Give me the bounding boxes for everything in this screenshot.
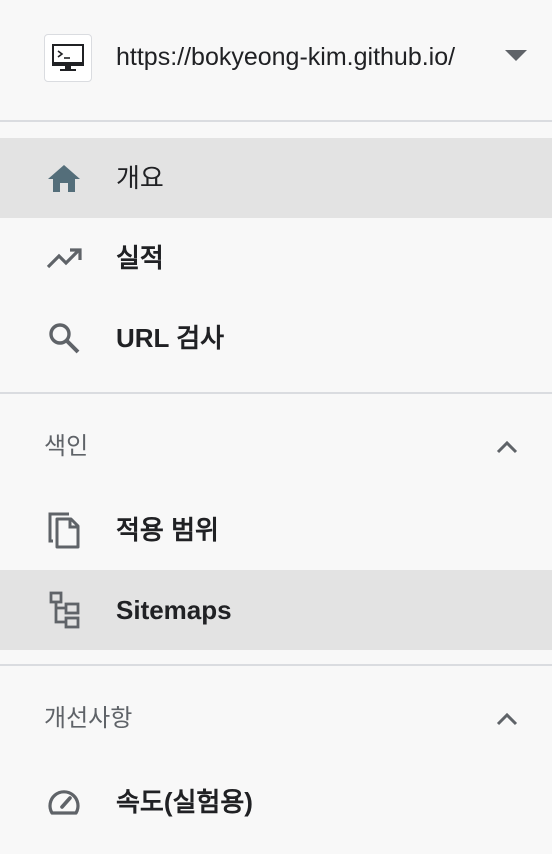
search-icon: [44, 318, 84, 358]
nav-item-overview[interactable]: 개요: [0, 138, 552, 218]
nav-item-label: Sitemaps: [116, 595, 232, 625]
nav-item-performance[interactable]: 실적: [0, 218, 552, 298]
copy-pages-icon: [44, 510, 84, 550]
speedometer-icon: [44, 782, 84, 822]
section-header-enhancements[interactable]: 개선사항: [0, 690, 552, 750]
home-icon: [44, 158, 84, 198]
terminal-monitor-icon: [44, 34, 92, 82]
chevron-up-icon[interactable]: [490, 702, 524, 736]
nav-item-coverage[interactable]: 적용 범위: [0, 490, 552, 570]
caret-down-icon[interactable]: [505, 50, 527, 61]
nav-item-label: URL 검사: [116, 323, 225, 353]
section-header-index[interactable]: 색인: [0, 418, 552, 478]
trending-up-icon: [44, 238, 84, 278]
property-url: https://bokyeong-kim.github.io/: [116, 43, 456, 71]
property-selector[interactable]: https://bokyeong-kim.github.io/: [0, 0, 552, 120]
section-label: 개선사항: [44, 705, 133, 732]
nav-item-sitemaps[interactable]: Sitemaps: [0, 570, 552, 650]
divider: [0, 664, 552, 666]
section-label: 색인: [44, 433, 89, 460]
nav-item-label: 실적: [116, 243, 164, 273]
sitemap-icon: [44, 590, 84, 630]
nav-item-label: 개요: [116, 163, 164, 193]
nav-item-speed[interactable]: 속도(실험용): [0, 762, 552, 842]
divider: [0, 120, 552, 122]
nav-item-url-inspection[interactable]: URL 검사: [0, 298, 552, 378]
chevron-up-icon[interactable]: [490, 430, 524, 464]
nav-item-label: 적용 범위: [116, 515, 219, 545]
divider: [0, 392, 552, 394]
nav-item-label: 속도(실험용): [116, 787, 253, 817]
